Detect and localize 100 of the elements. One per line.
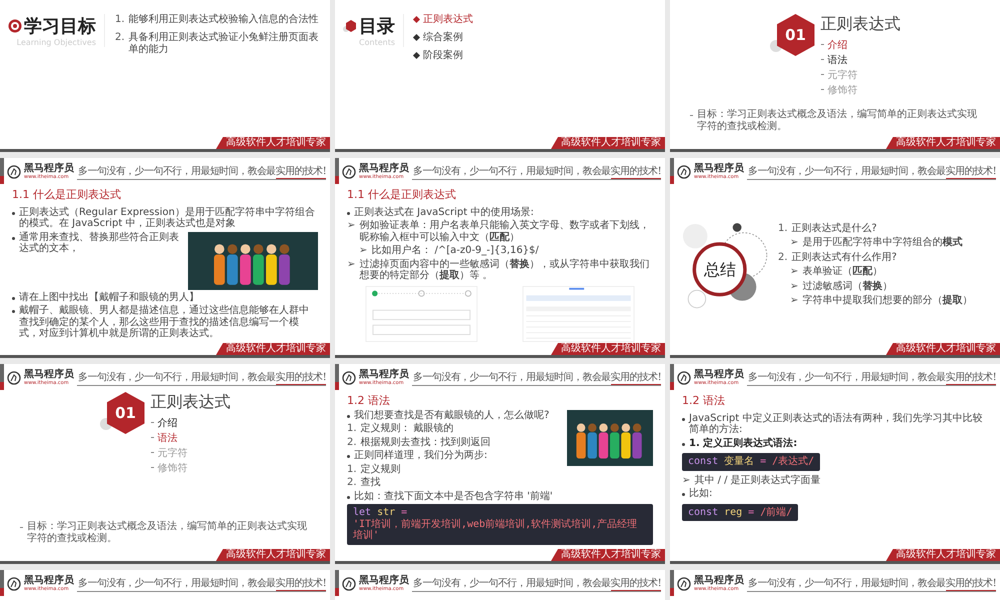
summary-label: 总结 xyxy=(704,260,736,280)
logo-icon xyxy=(677,165,691,179)
brand-name: 黑马程序员 xyxy=(359,576,409,586)
brand-name: 黑马程序员 xyxy=(24,164,74,174)
list-text: 定义规则： 戴眼镜的 xyxy=(360,423,454,435)
bullet-icon xyxy=(682,442,685,446)
section-title: 正则表达式 xyxy=(150,392,230,413)
footer-ribbon: 高级软件人才培训专家 xyxy=(551,137,665,149)
logo-icon xyxy=(7,371,21,385)
footer-ribbon: 高级软件人才培训专家 xyxy=(216,549,330,561)
list-text: 是用于匹配字符串中字符组合的模式 xyxy=(802,237,962,248)
section-item: 语法 xyxy=(828,54,848,67)
bullet-text: 比如: xyxy=(689,488,712,500)
bullet-icon xyxy=(12,212,15,215)
header-accent xyxy=(670,570,674,596)
section-item: 元字符 xyxy=(828,68,858,82)
brand-name: 黑马程序员 xyxy=(24,576,74,586)
code-token: 'IT培训，前端开发培训,web前端培训,软件测试培训,产品经理培训' xyxy=(353,518,638,542)
list-text: 过滤敏感词（替换） xyxy=(802,280,892,292)
slide[interactable] xyxy=(335,364,665,564)
bullet-icon xyxy=(347,414,350,418)
logo-icon xyxy=(342,577,356,591)
bullet-icon xyxy=(347,455,350,458)
header-accent xyxy=(0,364,4,390)
slide-title: 1.2 语法 xyxy=(682,395,726,408)
code-token: /前端/ xyxy=(760,506,792,518)
brand-name: 黑马程序员 xyxy=(24,370,74,380)
list-text: 查找 xyxy=(360,477,381,489)
code-token: = xyxy=(401,507,408,519)
contents-item[interactable]: 正则表达式 xyxy=(423,14,473,26)
list-text: 正则表达式有什么作用? xyxy=(792,252,897,263)
slogan: 多一句没有，少一句不行，用最短时间，教会最实用的技术! xyxy=(747,370,996,386)
list-marker: ➢ xyxy=(347,258,356,270)
list-text: 具备利用正则表达式验证小兔鲜注册页面表单的能力 xyxy=(128,32,320,56)
section-number: 01 xyxy=(106,392,144,434)
slide-title: 目录 xyxy=(359,15,395,38)
code-token: = xyxy=(760,456,766,468)
slide-title: 1.1 什么是正则表达式 xyxy=(347,189,457,202)
list-marker: 2. xyxy=(778,252,788,263)
list-marker: 1. xyxy=(347,464,357,476)
bullet-icon xyxy=(347,212,350,215)
footer-ribbon: 高级软件人才培训专家 xyxy=(886,137,1000,149)
header-accent xyxy=(335,364,339,390)
code-token: const xyxy=(688,506,718,518)
section-item: 介绍 xyxy=(158,417,178,430)
slogan: 多一句没有，少一句不行，用最短时间，教会最实用的技术! xyxy=(77,370,326,386)
slogan: 多一句没有，少一句不行，用最短时间，教会最实用的技术! xyxy=(747,576,996,592)
brand-name: 黑马程序员 xyxy=(694,576,744,586)
contents-item[interactable]: 阶段案例 xyxy=(423,50,463,62)
logo-icon xyxy=(342,165,356,179)
goal-text: 目标：学习正则表达式概念及语法，编写简单的正则表达式实现字符的查找或检测。 xyxy=(27,521,308,545)
section-item: 元字符 xyxy=(158,446,188,460)
list-marker: ➢ xyxy=(359,245,368,257)
slide[interactable] xyxy=(335,158,665,358)
list-marker: ➢ xyxy=(790,266,798,278)
section-item: 修饰符 xyxy=(158,462,188,475)
logo-icon xyxy=(677,577,691,591)
header-accent xyxy=(0,158,4,184)
slide[interactable] xyxy=(0,158,330,358)
section-item: 修饰符 xyxy=(828,84,858,97)
slogan: 多一句没有，少一句不行，用最短时间，教会最实用的技术! xyxy=(412,576,661,592)
contents-item[interactable]: 综合案例 xyxy=(423,32,463,44)
footer-ribbon: 高级软件人才培训专家 xyxy=(886,549,1000,561)
footer-ribbon: 高级软件人才培训专家 xyxy=(551,549,665,561)
bullet-text: JavaScript 中定义正则表达式的语法有两种，我们先学习其中比较简单的方法: xyxy=(689,412,984,436)
logo-icon xyxy=(677,371,691,385)
section-item: 介绍 xyxy=(828,39,848,52)
section-number: 01 xyxy=(776,14,814,56)
list-marker: ➢ xyxy=(347,220,356,232)
code-token: str xyxy=(377,507,396,518)
hexagon-icon xyxy=(343,19,357,33)
header-accent xyxy=(0,570,4,596)
bullet-icon xyxy=(682,418,685,421)
slogan: 多一句没有，少一句不行，用最短时间，教会最实用的技术! xyxy=(747,164,996,180)
header-accent xyxy=(670,158,674,184)
bullet-icon xyxy=(12,310,15,314)
brand-name: 黑马程序员 xyxy=(694,370,744,380)
bullet-text: 戴帽子、戴眼镜、男人都是描述信息，通过这些信息能够在人群中查找到确定的某个人，那么这些用于查找的描述信息编写一个模式，对应到计算机中就是所谓的正则表达式。 xyxy=(19,305,310,340)
footer-ribbon: 高级软件人才培训专家 xyxy=(216,137,330,149)
code-token: let xyxy=(353,507,372,518)
list-text: 例如验证表单：用户名表单只能输入英文字母、数字或者下划线，昵称输入框中可以输入中文（匹配） xyxy=(359,220,650,244)
list-text: 正则表达式是什么? xyxy=(792,222,877,234)
slide-title: 1.1 什么是正则表达式 xyxy=(12,189,122,202)
bullet-text: 通常用来查找、替换那些符合正则表达式的文本， xyxy=(19,232,180,255)
list-text: 过滤掉页面内容中的一些敏感词（替换），或从字符串中获取我们想要的特定部分（提取）等 。 xyxy=(359,258,650,282)
header-accent xyxy=(670,364,674,390)
bullet-icon xyxy=(682,493,685,496)
code-token: /表达式/ xyxy=(772,456,814,468)
bullet-text: 请在上图中找出【戴帽子和眼镜的男人】 xyxy=(19,292,199,304)
list-text: 根据规则去查找：找到则返回 xyxy=(360,436,491,448)
section-title: 正则表达式 xyxy=(820,14,900,35)
section-item: 语法 xyxy=(158,432,178,445)
slogan: 多一句没有，少一句不行，用最短时间，教会最实用的技术! xyxy=(412,164,661,180)
code-token: 变量名 xyxy=(724,456,754,468)
header-accent xyxy=(335,158,339,184)
slogan: 多一句没有，少一句不行，用最短时间，教会最实用的技术! xyxy=(412,370,661,386)
target-icon xyxy=(8,19,22,33)
bullet-text: 正则同样道理，我们分为两步: xyxy=(354,450,488,462)
list-text: 表单验证（匹配） xyxy=(802,266,882,278)
logo-icon xyxy=(7,165,21,179)
